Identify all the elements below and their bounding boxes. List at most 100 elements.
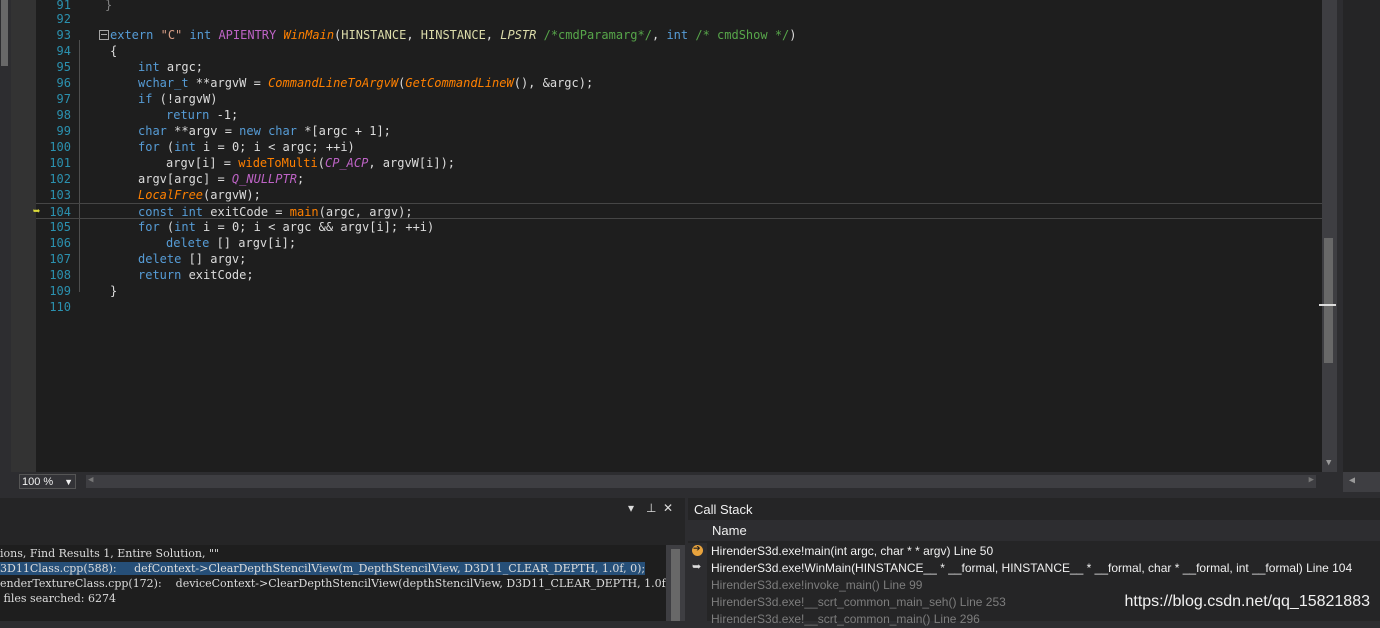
caret-position-marker <box>1319 304 1336 306</box>
line-number: 108 <box>49 268 71 282</box>
line-number: 107 <box>49 252 71 266</box>
code-line: 107 delete [] argv; <box>36 251 1333 267</box>
selected-text: 3D11Class.cpp(588): defContext->ClearDep… <box>0 562 646 575</box>
code-line: 100 for (int i = 0; i < argc; ++i) <box>36 139 1333 155</box>
panel-title: Call Stack <box>694 502 753 517</box>
code-line: 92 <box>36 11 1333 27</box>
code-line: 103 LocalFree(argvW); <box>36 187 1333 203</box>
editor-vertical-scrollbar[interactable]: ▼ <box>1319 0 1337 472</box>
line-number: 94 <box>56 44 71 58</box>
line-number: 100 <box>49 140 71 154</box>
code-text: LocalFree(argvW); <box>138 188 261 202</box>
code-text: extern "C" int APIENTRY WinMain(HINSTANC… <box>110 28 797 42</box>
call-stack-row[interactable]: HirenderS3d.exe!main(int argc, char * * … <box>688 543 1380 560</box>
right-side-panel: ◀ <box>1343 0 1380 492</box>
line-number: 105 <box>49 220 71 234</box>
code-text: argv[argc] = Q_NULLPTR; <box>138 172 305 186</box>
call-stack-row[interactable]: HirenderS3d.exe!invoke_main() Line 99 <box>688 577 1380 594</box>
code-text: return -1; <box>166 108 239 122</box>
line-number: 102 <box>49 172 71 186</box>
line-number: 97 <box>56 92 71 106</box>
code-line: 99 char **argv = new char *[argc + 1]; <box>36 123 1333 139</box>
editor-status-row: 100 % ▼ ◀ ▶ <box>0 472 1337 492</box>
code-text: delete [] argv[i]; <box>166 236 297 250</box>
code-text: int argc; <box>138 60 204 74</box>
code-line: 98 return -1; <box>36 107 1333 123</box>
line-number: 96 <box>56 76 71 90</box>
code-text: if (!argvW) <box>138 92 218 106</box>
frame-label: HirenderS3d.exe!WinMain(HINSTANCE__ * __… <box>711 561 1353 575</box>
left-scrollbar[interactable] <box>0 0 11 472</box>
line-number: 110 <box>49 300 71 314</box>
result-line[interactable]: ions, Find Results 1, Entire Solution, "… <box>0 546 219 561</box>
line-number: 101 <box>49 156 71 170</box>
code-text: return exitCode; <box>138 268 254 282</box>
scroll-left-icon[interactable]: ◀ <box>88 475 93 485</box>
find-results-panel: ▾ ⊥ ✕ ions, Find Results 1, Entire Solut… <box>0 498 685 621</box>
watermark-text: https://blog.csdn.net/qq_15821883 <box>1124 593 1370 610</box>
code-line: 106 delete [] argv[i]; <box>36 235 1333 251</box>
code-text: wchar_t **argvW = CommandLineToArgvW(Get… <box>138 76 594 90</box>
code-text: { <box>110 44 118 58</box>
code-line: 109} <box>36 283 1333 299</box>
frame-label: HirenderS3d.exe!__scrt_common_main_seh()… <box>711 595 1006 609</box>
frame-label: HirenderS3d.exe!invoke_main() Line 99 <box>711 578 923 592</box>
line-number: 99 <box>56 124 71 138</box>
line-number: 103 <box>49 188 71 202</box>
code-text: delete [] argv; <box>138 252 247 266</box>
line-number: 109 <box>49 284 71 298</box>
code-editor[interactable]: ➥ 91} 92 93 extern "C" int APIENTRY WinMa… <box>11 0 1337 472</box>
indicator-margin <box>11 0 36 472</box>
code-text: for (int i = 0; i < argc; ++i) <box>138 140 355 154</box>
line-number: 104 <box>49 205 71 219</box>
pin-icon[interactable]: ⊥ <box>646 501 656 515</box>
code-line: 108 return exitCode; <box>36 267 1333 283</box>
result-line[interactable]: enderTextureClass.cpp(172): deviceContex… <box>0 576 666 591</box>
column-header[interactable]: Name <box>688 520 1380 541</box>
code-line: 102 argv[argc] = Q_NULLPTR; <box>36 171 1333 187</box>
find-results-list[interactable]: ions, Find Results 1, Entire Solution, "… <box>0 545 666 621</box>
code-line: 101 argv[i] = wideToMulti(CP_ACP, argvW[i… <box>36 155 1333 171</box>
code-line: 93 extern "C" int APIENTRY WinMain(HINSTA… <box>36 27 1333 43</box>
code-line-current: 104 const int exitCode = main(argc, argv)… <box>36 203 1333 219</box>
code-line: 96 wchar_t **argvW = CommandLineToArgvW(G… <box>36 75 1333 91</box>
call-stack-row[interactable]: HirenderS3d.exe!__scrt_common_main() Lin… <box>688 611 1380 628</box>
scroll-down-icon[interactable]: ▼ <box>1326 458 1331 468</box>
panel-toolbar: ▾ ⊥ ✕ <box>0 498 685 520</box>
code-line: 95 int argc; <box>36 59 1333 75</box>
frame-label: HirenderS3d.exe!__scrt_common_main() Lin… <box>711 612 980 626</box>
editor-horizontal-scrollbar[interactable]: ◀ ▶ <box>86 475 1316 488</box>
line-number: 93 <box>56 28 71 42</box>
code-line: 105 for (int i = 0; i < argc && argv[i]; … <box>36 219 1333 235</box>
panel-menu-icon[interactable]: ▾ <box>628 501 634 515</box>
zoom-dropdown[interactable]: 100 % ▼ <box>19 474 76 489</box>
scroll-right-icon[interactable]: ▶ <box>1309 475 1314 485</box>
scrollbar-thumb[interactable] <box>1324 238 1333 363</box>
scroll-left-icon[interactable]: ◀ <box>1349 475 1355 486</box>
code-line: 97 if (!argvW) <box>36 91 1333 107</box>
column-name: Name <box>712 523 747 538</box>
frame-label: HirenderS3d.exe!main(int argc, char * * … <box>711 544 994 558</box>
collapse-icon[interactable] <box>99 30 109 40</box>
result-line-selected[interactable]: 3D11Class.cpp(588): defContext->ClearDep… <box>0 561 646 576</box>
result-line: files searched: 6274 <box>0 592 116 605</box>
code-text: for (int i = 0; i < argc && argv[i]; ++i… <box>138 220 435 234</box>
code-text: char **argv = new char *[argc + 1]; <box>138 124 391 138</box>
breakpoint-arrow-icon <box>692 543 703 556</box>
zoom-value: 100 % <box>22 476 54 488</box>
close-icon[interactable]: ✕ <box>663 501 673 515</box>
code-text: argv[i] = wideToMulti(CP_ACP, argvW[i]); <box>166 156 456 170</box>
scrollbar-thumb[interactable] <box>671 549 680 621</box>
results-vertical-scrollbar[interactable] <box>666 545 685 621</box>
chevron-down-icon: ▼ <box>64 477 73 487</box>
code-text: } <box>110 284 118 298</box>
code-line: 94 { <box>36 43 1333 59</box>
code-line: 110 <box>36 299 1333 315</box>
code-text: const int exitCode = main(argc, argv); <box>138 205 413 219</box>
line-number: 95 <box>56 60 71 74</box>
line-number: 106 <box>49 236 71 250</box>
call-stack-row[interactable]: ➥ HirenderS3d.exe!WinMain(HINSTANCE__ * _… <box>688 560 1380 577</box>
left-scrollbar-thumb[interactable] <box>1 0 8 66</box>
return-arrow-icon: ➥ <box>692 561 702 573</box>
line-number: 92 <box>56 12 71 26</box>
